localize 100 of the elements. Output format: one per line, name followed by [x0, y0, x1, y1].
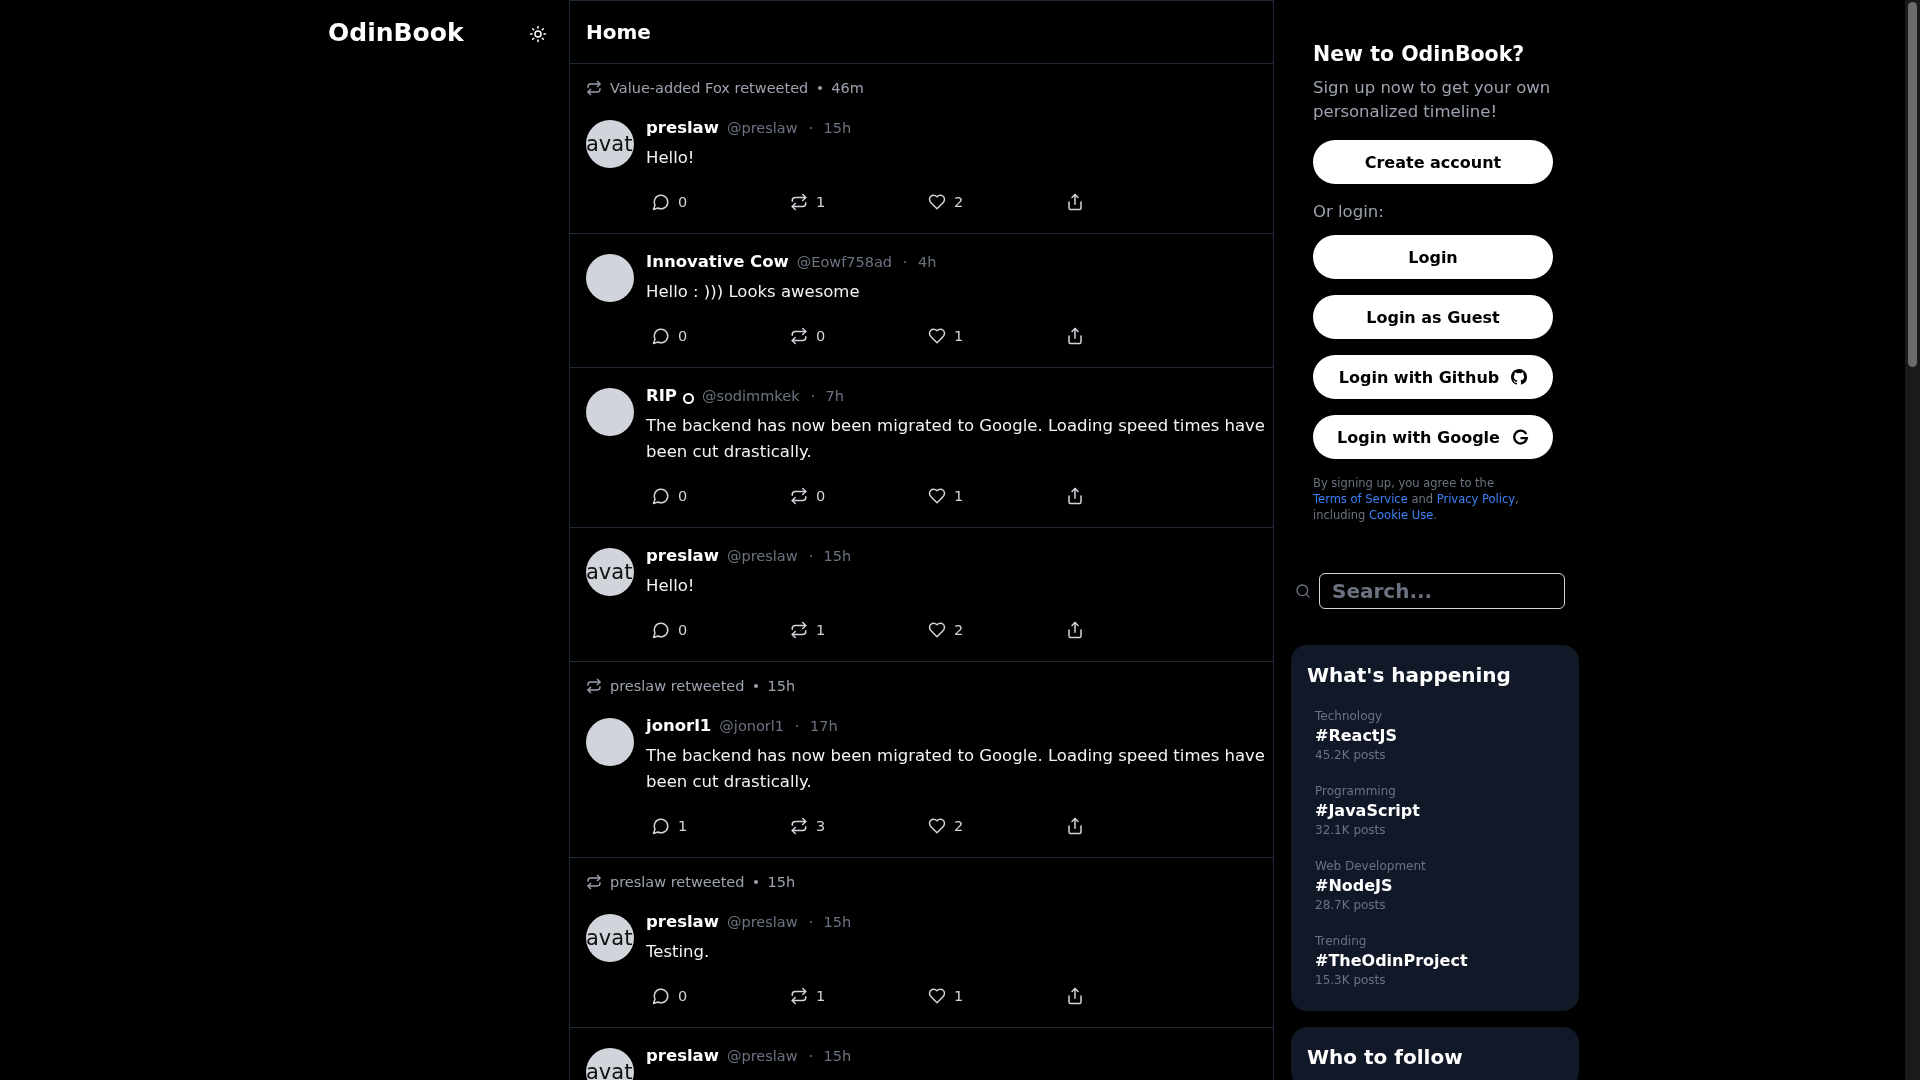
like-button[interactable]: 1	[928, 487, 1066, 505]
like-button[interactable]: 2	[928, 193, 1066, 211]
login-label: Or login:	[1313, 202, 1385, 221]
chat-bubble-icon	[652, 327, 670, 345]
reply-button[interactable]: 0	[652, 193, 790, 211]
reply-button[interactable]: 0	[652, 327, 790, 345]
google-g-icon	[1511, 428, 1529, 446]
retweet-button[interactable]: 1	[790, 193, 928, 211]
github-icon	[1511, 369, 1528, 385]
author-handle: @jonorl1	[719, 717, 785, 734]
repeat-icon	[586, 678, 602, 694]
trend-hashtag[interactable]: #JavaScript	[1315, 801, 1555, 820]
post-time: 15h	[823, 913, 852, 930]
scrollbar[interactable]	[1905, 0, 1920, 1080]
reply-button[interactable]: 1	[652, 817, 790, 835]
heart-icon	[928, 487, 946, 505]
avatar[interactable]: avat	[586, 120, 634, 168]
retweet-button[interactable]: 3	[790, 817, 928, 835]
avatar[interactable]	[586, 254, 634, 302]
search-icon	[1295, 583, 1311, 599]
retweet-button[interactable]: 0	[790, 327, 928, 345]
post-text: Hello!	[646, 575, 696, 597]
chat-bubble-icon	[652, 817, 670, 835]
share-icon	[1066, 621, 1084, 639]
retweet-button[interactable]: 0	[790, 487, 928, 505]
scrollbar-thumb[interactable]	[1908, 2, 1917, 367]
post-text: Hello!	[646, 147, 696, 169]
author-name[interactable]: preslaw	[646, 546, 719, 565]
post-time: 15h	[823, 547, 852, 564]
like-button[interactable]: 1	[928, 327, 1066, 345]
like-button[interactable]: 2	[928, 621, 1066, 639]
post-time: 17h	[810, 717, 838, 734]
retweet-button[interactable]: 1	[790, 621, 928, 639]
repeat-icon	[790, 987, 808, 1005]
chat-bubble-icon	[652, 487, 670, 505]
avatar[interactable]	[586, 718, 634, 766]
search-field[interactable]: Search...	[1319, 573, 1565, 609]
retweet-label: preslaw retweeted	[610, 874, 745, 890]
login-button[interactable]: Login with Google	[1313, 415, 1553, 459]
author-name[interactable]: jonorl1	[646, 716, 712, 735]
trend-category: Trending	[1315, 934, 1368, 948]
theme-toggle-button[interactable]	[529, 25, 547, 43]
repeat-icon	[586, 80, 602, 96]
terms-link[interactable]: Terms of Service	[1313, 492, 1408, 506]
avatar[interactable]	[586, 388, 634, 436]
heart-icon	[928, 817, 946, 835]
terms-link[interactable]: Privacy Policy	[1436, 492, 1516, 506]
retweet-label: Value-added Fox retweeted	[610, 80, 809, 96]
like-button[interactable]: 1	[928, 987, 1066, 1005]
avatar[interactable]: avat	[586, 548, 634, 596]
retweet-time: 15h	[767, 874, 796, 890]
retweet-button[interactable]: 1	[790, 987, 928, 1005]
like-button[interactable]: 2	[928, 817, 1066, 835]
trend-hashtag[interactable]: #TheOdinProject	[1315, 951, 1555, 970]
retweet-time: 46m	[831, 80, 864, 96]
author-name[interactable]: RIP	[646, 386, 677, 405]
author-name[interactable]: preslaw	[646, 1046, 719, 1065]
post-time: 7h	[825, 387, 844, 404]
post-time: 4h	[918, 253, 937, 270]
login-button[interactable]: Login as Guest	[1313, 295, 1553, 339]
login-button[interactable]: Login	[1313, 235, 1553, 279]
reply-button[interactable]: 0	[652, 621, 790, 639]
trend-category: Web Development	[1315, 859, 1427, 873]
chat-bubble-icon	[652, 193, 670, 211]
post-time: 15h	[823, 1047, 852, 1064]
retweet-label: preslaw retweeted	[610, 678, 745, 694]
author-handle: @preslaw	[727, 547, 798, 564]
create-account-button[interactable]: Create account	[1313, 140, 1553, 184]
share-icon	[1066, 487, 1084, 505]
avatar[interactable]: avat	[586, 1048, 634, 1080]
author-name[interactable]: preslaw	[646, 118, 719, 137]
reply-button[interactable]: 0	[652, 987, 790, 1005]
post-text: Testing.	[646, 941, 711, 963]
trend-hashtag[interactable]: #ReactJS	[1315, 726, 1555, 745]
heart-icon	[928, 621, 946, 639]
share-icon	[1066, 327, 1084, 345]
reply-button[interactable]: 0	[652, 487, 790, 505]
author-handle: @preslaw	[727, 1047, 798, 1064]
app-logo[interactable]: OdinBook	[328, 18, 464, 47]
retweet-time: 15h	[767, 678, 796, 694]
trend-hashtag[interactable]: #NodeJS	[1315, 876, 1555, 895]
post-text: The backend has now been migrated to Google. Loading speed times have been cut drastically.	[646, 745, 1266, 793]
separator-dot	[754, 684, 759, 688]
share-icon	[1066, 987, 1084, 1005]
avatar[interactable]: avat	[586, 914, 634, 962]
sun-icon	[529, 25, 547, 43]
trends-title: What's happening	[1307, 663, 1512, 687]
login-button[interactable]: Login with Github	[1313, 355, 1553, 399]
repeat-icon	[586, 874, 602, 890]
repeat-icon	[790, 621, 808, 639]
trend-category: Programming	[1315, 784, 1397, 798]
author-name[interactable]: preslaw	[646, 912, 719, 931]
trend-post-count: 45.2K posts	[1315, 748, 1387, 762]
trend-post-count: 28.7K posts	[1315, 898, 1387, 912]
separator-dot	[754, 880, 759, 884]
page-title: Home	[570, 0, 1273, 64]
author-handle: @Eowf758ad	[796, 253, 893, 270]
trend-post-count: 15.3K posts	[1315, 973, 1387, 987]
author-handle: @preslaw	[727, 119, 798, 136]
author-name[interactable]: Innovative Cow	[646, 252, 789, 271]
